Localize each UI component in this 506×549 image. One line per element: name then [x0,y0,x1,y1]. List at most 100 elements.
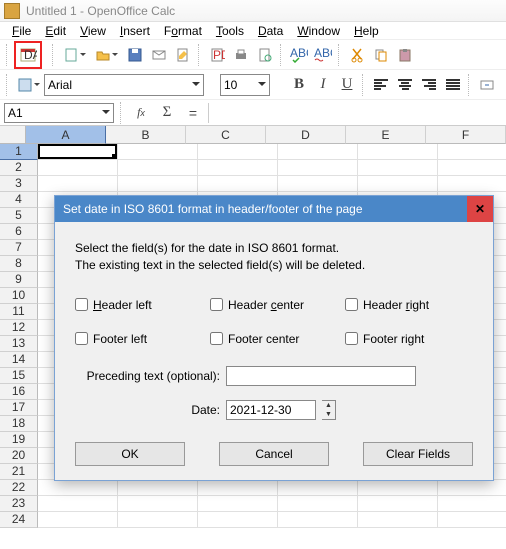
cell[interactable] [198,512,278,528]
name-box[interactable]: A1 [4,103,114,123]
formula-input[interactable] [208,103,502,123]
cell[interactable] [358,480,438,496]
underline-button[interactable]: U [336,74,358,96]
checkbox-header-right[interactable]: Header right [345,298,470,312]
row-header-11[interactable]: 11 [0,304,38,320]
print-preview-button[interactable] [254,44,276,66]
cell[interactable] [118,496,198,512]
open-button[interactable] [92,44,114,66]
menu-data[interactable]: Data [252,23,289,39]
dialog-close-button[interactable]: ✕ [467,196,493,222]
cell[interactable] [278,144,358,160]
cell[interactable] [438,496,506,512]
cell[interactable] [118,512,198,528]
row-header-20[interactable]: 20 [0,448,38,464]
row-header-24[interactable]: 24 [0,512,38,528]
cell[interactable] [198,144,278,160]
print-button[interactable] [230,44,252,66]
checkbox-header-left[interactable]: Header left [75,298,200,312]
column-header-A[interactable]: A [26,126,106,144]
cell[interactable] [358,144,438,160]
cell[interactable] [38,176,118,192]
row-header-1[interactable]: 1 [0,144,38,160]
cell[interactable] [38,160,118,176]
function-button[interactable]: = [182,102,204,124]
cell[interactable] [438,160,506,176]
select-all-corner[interactable] [0,126,26,144]
copy-button[interactable] [370,44,392,66]
cell[interactable] [198,176,278,192]
row-header-8[interactable]: 8 [0,256,38,272]
cell[interactable] [358,160,438,176]
paste-button[interactable] [394,44,416,66]
column-header-E[interactable]: E [346,126,426,144]
row-header-19[interactable]: 19 [0,432,38,448]
font-name-select[interactable]: Arial [44,74,204,96]
styles-button[interactable] [14,74,36,96]
cell[interactable] [278,512,358,528]
align-center-button[interactable] [394,74,416,96]
cell[interactable] [358,512,438,528]
email-button[interactable] [148,44,170,66]
align-left-button[interactable] [370,74,392,96]
menu-tools[interactable]: Tools [210,23,250,39]
column-header-F[interactable]: F [426,126,506,144]
cell[interactable] [38,512,118,528]
row-header-7[interactable]: 7 [0,240,38,256]
row-header-6[interactable]: 6 [0,224,38,240]
align-justify-button[interactable] [442,74,464,96]
date-spinner[interactable]: ▲▼ [322,400,336,420]
date-input[interactable] [226,400,316,420]
menu-view[interactable]: View [74,23,112,39]
ok-button[interactable]: OK [75,442,185,466]
menu-insert[interactable]: Insert [114,23,156,39]
row-header-16[interactable]: 16 [0,384,38,400]
preceding-text-input[interactable] [226,366,416,386]
cell[interactable] [38,496,118,512]
spellcheck-button[interactable]: ABC [288,44,310,66]
cell[interactable] [118,176,198,192]
row-header-21[interactable]: 21 [0,464,38,480]
menu-edit[interactable]: Edit [39,23,72,39]
cell[interactable] [198,480,278,496]
checkbox-footer-center[interactable]: Footer center [210,332,335,346]
export-pdf-button[interactable]: PDF [206,44,228,66]
checkbox-footer-right[interactable]: Footer right [345,332,470,346]
cell[interactable] [438,176,506,192]
cell[interactable] [198,160,278,176]
bold-button[interactable]: B [288,74,310,96]
edit-button[interactable] [172,44,194,66]
row-header-5[interactable]: 5 [0,208,38,224]
extension-iso-date-button[interactable]: DATE [14,41,42,69]
row-header-22[interactable]: 22 [0,480,38,496]
align-right-button[interactable] [418,74,440,96]
column-header-C[interactable]: C [186,126,266,144]
save-button[interactable] [124,44,146,66]
cell[interactable] [278,160,358,176]
cell[interactable] [438,144,506,160]
italic-button[interactable]: I [312,74,334,96]
cell[interactable] [358,176,438,192]
function-wizard-button[interactable]: fx [130,102,152,124]
row-header-10[interactable]: 10 [0,288,38,304]
sum-button[interactable]: Σ [156,102,178,124]
auto-spellcheck-button[interactable]: ABC [312,44,334,66]
cell[interactable] [38,144,118,160]
cancel-button[interactable]: Cancel [219,442,329,466]
row-header-15[interactable]: 15 [0,368,38,384]
row-header-13[interactable]: 13 [0,336,38,352]
row-header-2[interactable]: 2 [0,160,38,176]
row-header-17[interactable]: 17 [0,400,38,416]
cell[interactable] [118,480,198,496]
cell[interactable] [278,176,358,192]
column-header-D[interactable]: D [266,126,346,144]
row-header-12[interactable]: 12 [0,320,38,336]
menu-help[interactable]: Help [348,23,385,39]
row-header-18[interactable]: 18 [0,416,38,432]
cell[interactable] [118,160,198,176]
cut-button[interactable] [346,44,368,66]
merge-cells-button[interactable] [476,74,498,96]
new-button[interactable] [60,44,82,66]
cell[interactable] [38,480,118,496]
menu-format[interactable]: Format [158,23,208,39]
